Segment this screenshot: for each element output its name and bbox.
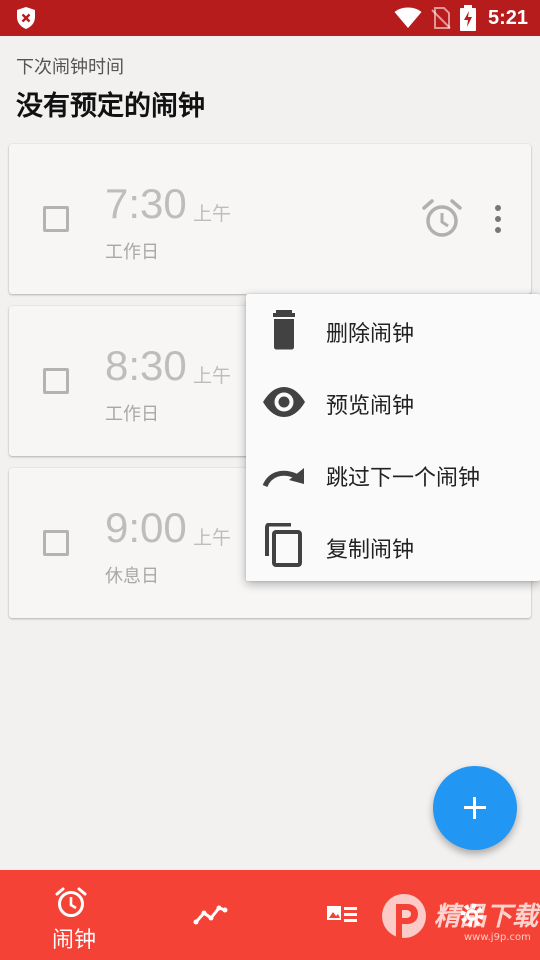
battery-charging-icon xyxy=(459,5,476,31)
delete-icon xyxy=(273,310,295,350)
status-bar: 5:21 xyxy=(0,0,540,36)
alarm-time: 7:30 xyxy=(105,180,187,227)
menu-item-delete[interactable]: 删除闹钟 xyxy=(246,294,540,366)
menu-item-label: 预览闹钟 xyxy=(326,394,415,419)
skip-icon xyxy=(262,468,304,488)
watermark-text: 精品下载 xyxy=(434,902,539,932)
alarm-ampm: 上午 xyxy=(193,203,232,225)
add-alarm-button[interactable] xyxy=(433,766,517,850)
alarm-options-menu: 删除闹钟 预览闹钟 跳过下一个闹钟 复制闹钟 xyxy=(246,294,540,581)
alarm-card[interactable]: 7:30 上午 工作日 xyxy=(9,144,531,294)
nav-tab-alarm[interactable]: 闹钟 xyxy=(0,870,135,960)
copy-icon xyxy=(265,523,302,567)
alarm-enable-checkbox[interactable] xyxy=(43,206,69,232)
watermark-logo-icon xyxy=(382,894,426,940)
alarm-enable-checkbox[interactable] xyxy=(43,530,69,556)
watermark-url: www.j9p.com xyxy=(464,932,531,943)
alarm-days: 工作日 xyxy=(105,404,159,425)
menu-item-label: 删除闹钟 xyxy=(326,322,415,347)
eye-icon xyxy=(263,387,305,417)
menu-item-preview[interactable]: 预览闹钟 xyxy=(246,366,540,438)
menu-item-label: 跳过下一个闹钟 xyxy=(326,466,481,491)
alarm-time: 9:00 xyxy=(105,504,187,551)
next-alarm-label: 下次闹钟时间 xyxy=(16,57,124,78)
watermark: 精品下载 www.j9p.com xyxy=(372,886,540,956)
clock-time: 5:21 xyxy=(487,6,528,29)
next-alarm-title: 没有预定的闹钟 xyxy=(16,91,205,122)
menu-item-label: 复制闹钟 xyxy=(326,538,415,563)
alarm-enable-checkbox[interactable] xyxy=(43,368,69,394)
menu-item-skip-next[interactable]: 跳过下一个闹钟 xyxy=(246,438,540,510)
alarm-clock-icon[interactable] xyxy=(421,198,463,240)
alarm-days: 工作日 xyxy=(105,242,159,263)
more-options-icon[interactable] xyxy=(487,202,509,236)
shield-icon xyxy=(17,7,35,29)
alarm-ampm: 上午 xyxy=(193,527,232,549)
menu-item-copy[interactable]: 复制闹钟 xyxy=(246,510,540,582)
stats-icon xyxy=(193,905,228,925)
wifi-icon xyxy=(394,7,422,28)
alarm-days: 休息日 xyxy=(105,566,159,587)
no-sim-icon xyxy=(431,7,451,29)
alarm-time: 8:30 xyxy=(105,342,187,389)
nav-tab-label: 闹钟 xyxy=(52,928,97,953)
card-icon xyxy=(327,906,357,922)
nav-tab-stats[interactable] xyxy=(135,870,270,960)
alarm-ampm: 上午 xyxy=(193,365,232,387)
alarm-clock-icon xyxy=(55,887,87,917)
